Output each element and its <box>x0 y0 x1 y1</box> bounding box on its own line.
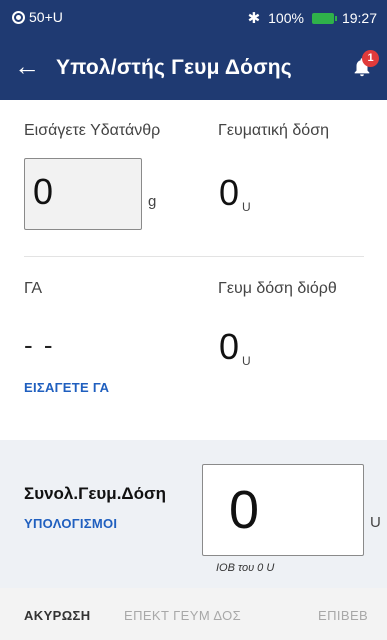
notification-badge: 1 <box>362 50 379 67</box>
carbs-value: 0 <box>33 171 54 212</box>
app-bar: ← Υπολ/στής Γευμ Δόσης 1 <box>0 34 387 100</box>
total-dose-unit: U <box>370 514 381 531</box>
pod-icon <box>12 10 25 24</box>
calculations-link[interactable]: ΥΠΟΛΟΓΙΣΜΟΙ <box>24 516 117 531</box>
clock-time: 19:27 <box>341 10 377 26</box>
total-dose-box[interactable]: 0 <box>202 464 364 556</box>
battery-percent: 100% <box>268 10 304 26</box>
bg-value: - - <box>24 330 55 360</box>
total-dose-value: 0 <box>229 480 260 540</box>
meal-dose-unit: U <box>242 200 251 214</box>
battery-icon <box>311 12 337 24</box>
confirm-button[interactable]: ΕΠΙΒΕΒ <box>318 608 368 623</box>
back-arrow-icon[interactable]: ← <box>14 51 40 81</box>
cancel-button[interactable]: ΑΚΥΡΩΣΗ <box>24 608 91 623</box>
extend-dose-button[interactable]: ΕΠΕΚΤ ΓΕΥΜ ΔΟΣ <box>124 608 241 623</box>
meal-dose-label: Γευματική δόση <box>218 122 329 139</box>
enter-bg-link[interactable]: ΕΙΣΑΓΕΤΕ ΓΑ <box>24 380 109 395</box>
correction-dose-label: Γευμ δόση διόρθ <box>218 280 337 297</box>
carbs-unit: g <box>148 193 157 210</box>
carbs-label: Εισάγετε Υδατάνθρ <box>24 122 161 139</box>
correction-dose-unit: U <box>242 354 251 368</box>
footer-bar: ΑΚΥΡΩΣΗ ΕΠΕΚΤ ΓΕΥΜ ΔΟΣ ΕΠΙΒΕΒ <box>0 588 387 640</box>
status-bar: 50+U ✱ 100% 19:27 <box>0 0 387 34</box>
pod-status-text: 50+U <box>29 9 63 25</box>
meal-dose-value: 0 <box>219 172 240 213</box>
iob-text: IOB του 0 U <box>216 562 275 574</box>
page-title: Υπολ/στής Γευμ Δόσης <box>56 56 292 79</box>
total-dose-label: Συνολ.Γευμ.Δόση <box>24 484 167 503</box>
bluetooth-icon: ✱ <box>247 10 261 27</box>
section-divider <box>24 256 364 257</box>
carbs-input[interactable]: 0 <box>24 158 142 230</box>
correction-dose-value: 0 <box>219 326 240 367</box>
bg-label: ΓΑ <box>24 280 43 297</box>
